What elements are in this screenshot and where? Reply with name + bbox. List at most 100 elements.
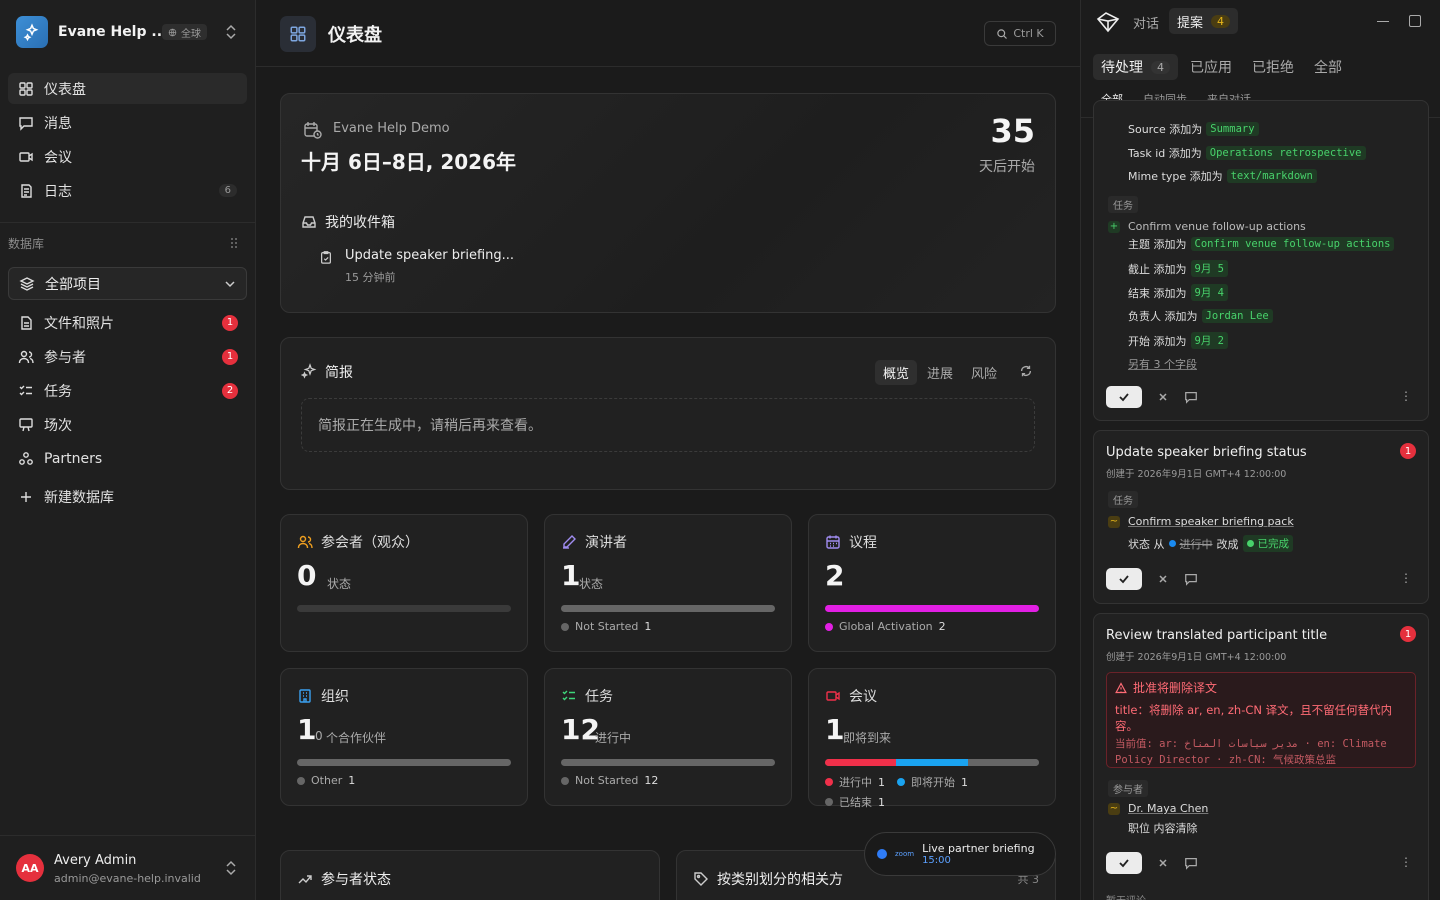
stat-bar [561,605,775,612]
stat-card-meetings[interactable]: 会议 1 即将到来 进行中 1 即将开始 1 已结束 1 [808,668,1056,809]
entity-item-title: Confirm venue follow-up actions [1128,220,1306,233]
avatar: AA [16,854,44,882]
field-key: Task id 添加为 [1128,147,1202,160]
new-database-button[interactable]: 新建数据库 [8,481,247,512]
tab-proposals[interactable]: 提案 4 [1169,8,1239,34]
main-content: 仪表盘 Ctrl K Evane Help Demo 十月 6日–8日, 202… [256,0,1080,900]
stat-value: 1 [561,559,581,592]
sidebar-item-label: 日志 [44,183,72,200]
comments-empty: 暂无评论 [1106,892,1146,900]
more-options-icon[interactable]: ⋮ [1400,571,1412,585]
reject-button[interactable] [1158,574,1168,584]
refresh-icon[interactable] [1019,364,1033,378]
partners-icon [19,451,33,465]
proposals-count-badge: 4 [1211,14,1231,28]
divider [0,222,256,223]
sidebar-item-meetings[interactable]: 会议 [8,141,247,172]
sidebar-item-label: 仪表盘 [44,81,86,98]
sidebar-item-dashboard[interactable]: 仪表盘 [8,73,247,104]
comment-icon[interactable] [1184,572,1198,586]
field-change-row: 截止 添加为 9月 5 [1128,260,1228,277]
chevron-down-icon [224,278,236,290]
bar-segment [896,759,968,766]
reject-button[interactable] [1158,392,1168,402]
tab-overview[interactable]: 概览 [874,360,917,385]
drag-handle-icon[interactable] [230,237,238,249]
entity-item: + Confirm venue follow-up actions [1108,220,1306,233]
sidebar-item-logs[interactable]: 日志 6 [8,175,247,206]
stat-card-agenda[interactable]: 议程 2 Global Activation 2 [808,514,1056,652]
globe-icon [168,28,177,36]
trending-up-icon [297,871,313,887]
database-select-value: 全部项目 [45,276,101,293]
sidebar-item-tasks[interactable]: 任务 2 [8,375,247,406]
maximize-icon[interactable] [1409,15,1421,27]
section-label: 数据库 [8,237,45,251]
stat-value: 1 [297,713,317,746]
stat-value: 2 [825,559,845,592]
days-until-label: 天后开始 [979,159,1035,175]
legend-count: 1 [961,775,968,789]
sidebar-item-participants[interactable]: 参与者 1 [8,341,247,372]
stat-card-speakers[interactable]: 演讲者 1 状态 Not Started 1 [544,514,792,652]
sidebar-item-label: 会议 [44,149,72,166]
video-icon [19,151,33,162]
check-icon [1119,393,1129,402]
approve-button[interactable] [1106,568,1142,590]
warning-title: 批准将删除译文 [1133,681,1218,695]
proposal-actions [1106,386,1198,408]
sidebar-item-files[interactable]: 文件和照片 1 [8,307,247,338]
comment-icon[interactable] [1184,390,1198,404]
participant-status-card: 参与者状态 [280,850,660,900]
workspace-switcher[interactable]: Evane Help ... 全球 [16,16,240,48]
video-icon [825,688,841,704]
approve-button[interactable] [1106,852,1142,874]
more-options-icon[interactable]: ⋮ [1400,855,1412,869]
command-search-button[interactable]: Ctrl K [984,21,1056,46]
tab-pending[interactable]: 待处理 4 [1093,54,1178,80]
panel-header: 对话 提案 4 [1081,0,1440,44]
live-meeting-toast[interactable]: zoom Live partner briefing 15:00 [864,832,1056,876]
tab-applied[interactable]: 已应用 [1182,54,1240,80]
reject-button[interactable] [1158,858,1168,868]
dashboard-icon [19,81,33,96]
tab-all[interactable]: 全部 [1306,54,1350,80]
field-value: Operations retrospective [1205,146,1366,160]
stat-card-tasks[interactable]: 任务 12 进行中 Not Started 12 [544,668,792,806]
bar-segment [561,759,775,766]
inbox-item-title[interactable]: Update speaker briefing... [345,248,514,263]
tab-chat[interactable]: 对话 [1133,13,1159,32]
change-label: 改成 [1216,537,1239,551]
legend-name: Not Started [575,774,639,787]
legend-name: 进行中 [839,776,872,789]
plus-icon: + [1108,220,1120,233]
field-key: 结束 添加为 [1128,286,1187,300]
legend-dot [561,776,569,785]
sidebar-item-sessions[interactable]: 场次 [8,409,247,440]
event-date: 十月 6日–8日, 2026年 [301,150,517,174]
sidebar-item-partners[interactable]: Partners [8,443,247,474]
field-change-row: 开始 添加为 9月 2 [1128,332,1228,349]
tab-risks[interactable]: 风险 [963,360,1005,385]
stat-card-attendees[interactable]: 参会者（观众） 0 状态 [280,514,528,652]
more-options-icon[interactable]: ⋮ [1400,389,1412,403]
database-select[interactable]: 全部项目 [8,267,247,300]
field-key: 负责人 添加为 [1128,310,1198,323]
legend-count: 2 [938,620,946,633]
more-fields-link[interactable]: 另有 3 个字段 [1128,356,1197,372]
comment-icon[interactable] [1184,856,1198,870]
sidebar-item-messages[interactable]: 消息 [8,107,247,138]
tab-rejected[interactable]: 已拒绝 [1244,54,1302,80]
modified-icon: ~ [1108,802,1120,815]
entity-item[interactable]: ~ Confirm speaker briefing pack [1108,515,1294,528]
legend-count: 12 [644,774,659,787]
entity-item[interactable]: ~ Dr. Maya Chen [1108,802,1208,815]
field-value: Jordan Lee [1201,309,1273,323]
tab-progress[interactable]: 进展 [919,360,961,385]
field-value: Confirm venue follow-up actions [1190,237,1395,251]
stat-card-organizations[interactable]: 组织 1 0 个合作伙伴 Other 1 [280,668,528,806]
user-menu[interactable]: AA Avery Admin admin@evane-help.invalid [0,835,256,900]
sidebar-item-label: 场次 [44,417,72,434]
minimize-icon[interactable] [1377,21,1389,22]
approve-button[interactable] [1106,386,1142,408]
